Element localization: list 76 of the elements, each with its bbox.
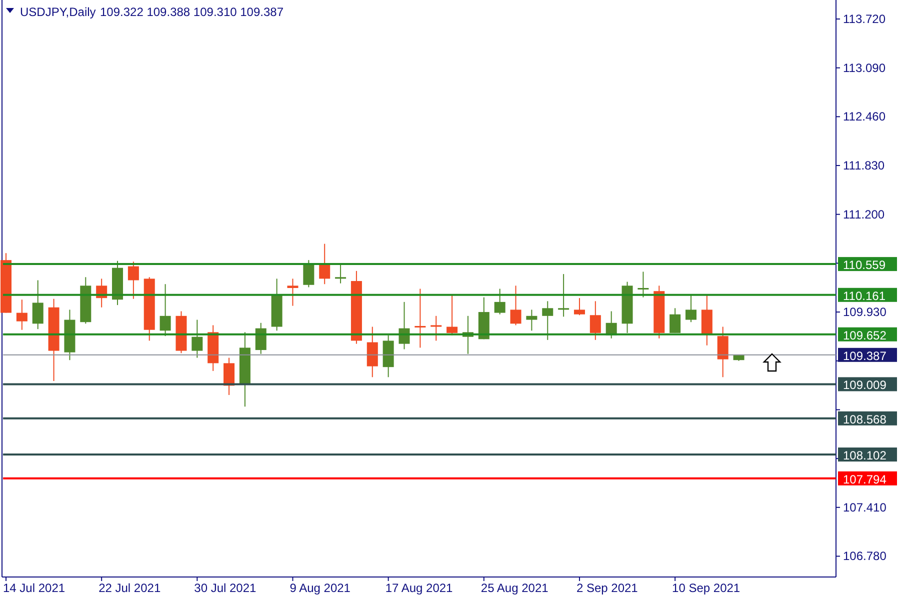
candlestick: [510, 285, 522, 326]
price-label: 109.652: [838, 327, 897, 342]
candlestick: [303, 260, 314, 288]
candlestick: [192, 319, 203, 358]
candlestick: [526, 309, 538, 332]
candlestick: [398, 301, 410, 350]
price-label: 108.568: [838, 411, 897, 426]
ohlc-prices: 109.322 109.388 109.310 109.387: [100, 5, 284, 19]
candlestick: [80, 276, 92, 324]
candlestick: [382, 334, 394, 378]
candlestick: [462, 315, 474, 354]
price-label: 109.009: [838, 377, 897, 392]
candlestick: [16, 299, 28, 330]
date-label: 10 Sep 2021: [672, 581, 740, 595]
candlestick: [558, 274, 570, 318]
date-label: 14 Jul 2021: [3, 581, 66, 595]
price-tick-label: 107.410: [843, 500, 886, 514]
price-tick-label: 111.200: [843, 207, 885, 222]
level-line[interactable]: [3, 263, 836, 266]
candlestick: [494, 288, 506, 315]
date-label: 22 Jul 2021: [98, 581, 161, 595]
date-label: 2 Sep 2021: [576, 581, 638, 595]
price-tick-label: 111.830: [843, 158, 885, 173]
candlestick: [96, 278, 108, 308]
level-line[interactable]: [3, 454, 836, 456]
price-tick-label: 113.720: [843, 12, 886, 26]
up-arrow-icon[interactable]: [762, 353, 782, 372]
date-label: 25 Aug 2021: [480, 581, 548, 595]
candlestick: [176, 310, 187, 354]
price-label: 107.794: [838, 471, 897, 486]
candlestick: [112, 260, 123, 306]
candlestick: [638, 271, 649, 298]
candlestick: [542, 300, 554, 340]
candlestick: [319, 243, 330, 285]
date-label: 17 Aug 2021: [385, 581, 453, 595]
candlestick: [287, 278, 298, 306]
candlestick: [670, 308, 681, 334]
candlestick: [717, 326, 728, 378]
candlestick: [64, 309, 76, 361]
price-tick-label: 106.780: [843, 549, 886, 564]
level-line[interactable]: [3, 417, 836, 420]
candlestick: [271, 278, 282, 332]
candlestick: [446, 294, 458, 336]
candlestick: [144, 276, 155, 342]
date-label: 9 Aug 2021: [290, 581, 350, 595]
candlestick: [32, 280, 44, 330]
price-tick-label: 112.460: [843, 110, 886, 124]
level-line[interactable]: [3, 383, 836, 386]
candlestick: [366, 326, 378, 378]
price-label: 110.559: [838, 257, 897, 272]
candlestick: [255, 322, 266, 354]
candlestick: [606, 310, 617, 339]
candlestick: [414, 288, 426, 348]
candlestick: [208, 324, 219, 372]
candlestick: [224, 357, 235, 396]
candlestick: [590, 300, 601, 340]
candlestick: [335, 263, 346, 284]
candlestick: [733, 354, 744, 362]
candlestick: [0, 252, 12, 314]
price-label: 110.161: [838, 288, 897, 303]
candlestick: [478, 296, 490, 340]
candlestick: [686, 294, 696, 323]
candlestick: [160, 284, 171, 337]
price-label: 108.102: [838, 448, 897, 463]
price-label: 109.387: [838, 348, 897, 363]
date-label: 30 Jul 2021: [194, 581, 256, 595]
candlestick: [701, 294, 712, 346]
candlestick: [128, 261, 139, 300]
dropdown-triangle-icon[interactable]: [6, 8, 14, 13]
candlestick: [574, 298, 585, 316]
chart-symbol: USDJPY,Daily: [20, 5, 96, 19]
candlestick: [622, 281, 633, 334]
price-tick-label: 113.090: [843, 60, 886, 75]
candlestick: [430, 315, 442, 342]
candlestick: [654, 285, 665, 339]
price-tick-label: 109.930: [843, 305, 886, 320]
